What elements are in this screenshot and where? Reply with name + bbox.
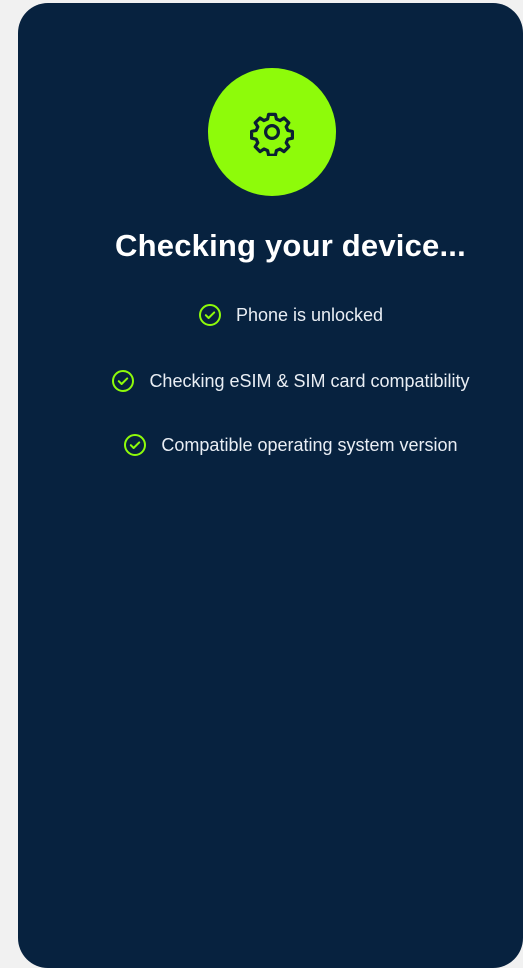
check-circle-icon <box>198 304 221 326</box>
check-item-phone-unlocked: Phone is unlocked <box>18 303 523 327</box>
check-circle-icon <box>112 370 135 392</box>
settings-badge <box>208 68 336 196</box>
gear-icon <box>250 112 294 156</box>
check-item-label: Checking eSIM & SIM card compatibility <box>149 370 470 391</box>
page-title: Checking your device... <box>115 228 466 263</box>
check-item-label: Phone is unlocked <box>235 304 384 325</box>
check-item-os-version: Compatible operating system version <box>18 433 523 457</box>
check-circle-icon <box>124 434 147 456</box>
device-check-card: Checking your device... Phone is unlocke… <box>18 3 523 968</box>
check-item-sim-compatibility: Checking eSIM & SIM card compatibility <box>18 369 523 393</box>
check-item-label: Compatible operating system version <box>161 434 458 455</box>
